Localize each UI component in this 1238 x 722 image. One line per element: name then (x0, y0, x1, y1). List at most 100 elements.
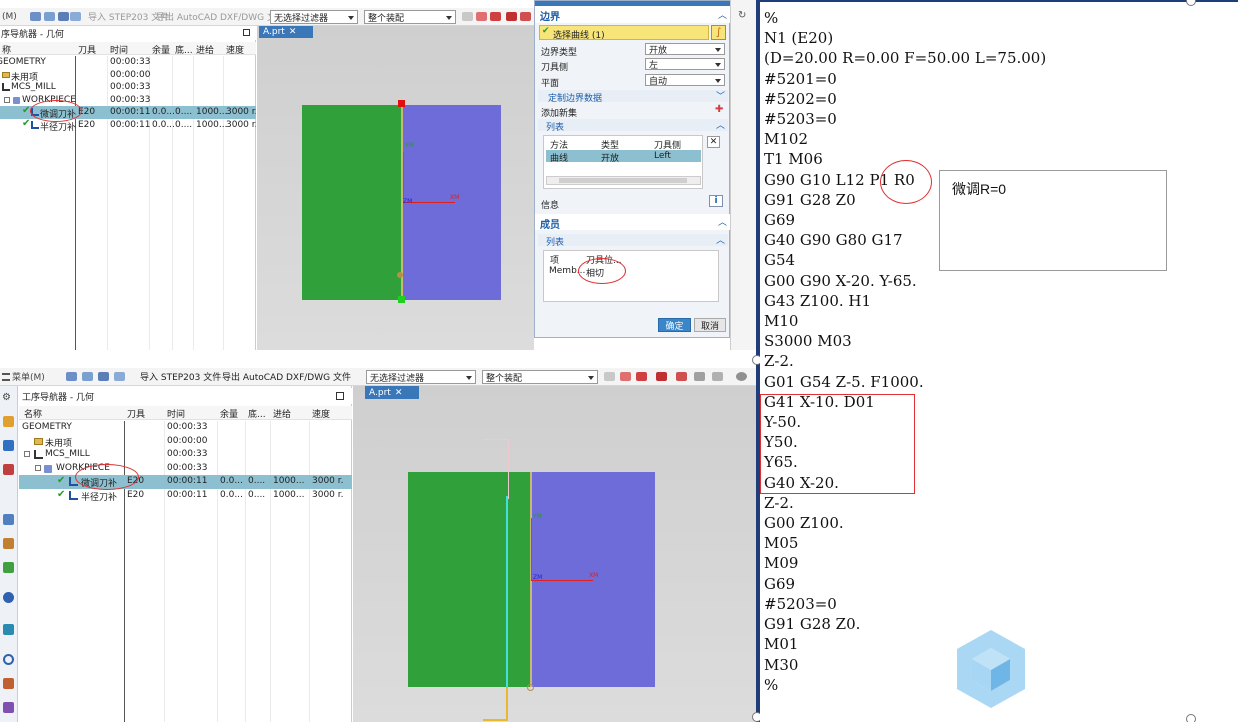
info-icon[interactable]: i (709, 195, 723, 207)
table-row[interactable]: MCS_MILL 00:00:33 (19, 448, 352, 462)
table-row[interactable]: GEOMETRY 00:00:33 (0, 56, 256, 69)
top-export-dxf-button[interactable]: 导出 AutoCAD DXF/DWG 文件 (156, 8, 285, 25)
list-row[interactable]: 曲线 开放 Left (546, 150, 701, 164)
clock-icon[interactable] (3, 654, 14, 665)
custom-boundary-header[interactable]: 定制边界数据 ﹀ (538, 89, 728, 104)
ok-button[interactable]: 确定 (658, 318, 691, 332)
table-row[interactable]: WORKPIECE 00:00:33 (19, 462, 352, 476)
bottom-export-dxf-button[interactable]: 导出 AutoCAD DXF/DWG 文件 (222, 368, 351, 385)
col-header-name[interactable]: 称 (2, 43, 11, 56)
col-header-feed[interactable]: 进给 (273, 407, 291, 420)
snap-icon[interactable] (506, 12, 517, 21)
resize-handle[interactable] (1186, 0, 1196, 6)
col-header-name[interactable]: 名称 (24, 407, 42, 420)
select-icon[interactable] (44, 12, 55, 21)
expand-icon[interactable]: ﹀ (716, 89, 725, 102)
col-header-time[interactable]: 时间 (110, 43, 128, 56)
bottom-viewport[interactable]: A.prt ✕ XM ZM YM (353, 386, 756, 722)
col-header-feed[interactable]: 进给 (196, 43, 214, 56)
collapse-icon[interactable]: ︿ (718, 8, 727, 21)
bottom-import-step-button[interactable]: 导入 STEP203 文件 (140, 368, 221, 385)
collapse-icon[interactable]: ︿ (718, 215, 727, 228)
plane-select[interactable]: 自动 (645, 74, 725, 87)
table-row[interactable]: MCS_MILL 00:00:33 (0, 81, 256, 94)
select-icon[interactable] (58, 12, 69, 21)
top-filter-select[interactable]: 无选择过滤器 (270, 10, 358, 24)
col-header-floor[interactable]: 底... (248, 407, 266, 420)
col-header-tool[interactable]: 刀具 (127, 407, 145, 420)
tool-icon[interactable] (3, 592, 14, 603)
top-viewport-tab[interactable]: A.prt ✕ (259, 26, 313, 38)
col-header-stock[interactable]: 余量 (152, 43, 170, 56)
refresh-icon[interactable]: ↻ (738, 10, 746, 21)
tool-icon[interactable] (3, 464, 14, 475)
bottom-menu-button[interactable]: 菜单(M) (12, 368, 45, 385)
top-menu-button[interactable]: (M) (2, 8, 17, 25)
snap-icon[interactable] (462, 12, 473, 21)
table-row[interactable]: ✔ 半径刀补 E20 00:00:11 0.0... 0.... 1000...… (19, 489, 352, 503)
horizontal-scrollbar[interactable] (546, 176, 701, 185)
col-header-tool[interactable]: 刀具 (78, 43, 96, 56)
collapse-icon[interactable] (4, 96, 10, 103)
select-icon[interactable] (82, 372, 93, 381)
add-set-icon[interactable]: ✚ (715, 104, 723, 115)
col-header-time[interactable]: 时间 (167, 407, 185, 420)
tool-side-select[interactable]: 左 (645, 58, 725, 71)
delete-list-item-button[interactable]: ✕ (707, 136, 720, 148)
table-row[interactable]: 未用项 00:00:00 (0, 69, 256, 83)
col-header-stock[interactable]: 余量 (220, 407, 238, 420)
tool-icon[interactable] (3, 562, 14, 573)
list-header[interactable]: 列表 ︿ (538, 118, 728, 133)
maximize-icon[interactable] (243, 29, 250, 36)
snap-icon[interactable] (636, 372, 647, 381)
tool-icon[interactable] (3, 538, 14, 549)
maximize-icon[interactable] (336, 392, 344, 400)
bottom-assembly-select[interactable]: 整个装配 (482, 370, 598, 384)
collapse-icon[interactable] (24, 451, 30, 457)
snap-icon[interactable] (656, 372, 667, 381)
table-row[interactable]: ✔ 半径刀补 E20 00:00:11 0.0... 0.... 1000...… (0, 118, 256, 133)
boundary-type-select[interactable]: 开放 (645, 43, 725, 56)
tool-icon[interactable] (3, 416, 14, 427)
snap-icon[interactable] (476, 12, 487, 21)
snap-icon[interactable] (676, 372, 687, 381)
select-curve-row[interactable]: ✔ 选择曲线 (1) (539, 25, 709, 41)
section-boundary-header[interactable]: 边界 ︿ (535, 6, 731, 23)
tool-icon[interactable] (3, 440, 14, 451)
select-icon[interactable] (70, 12, 81, 21)
tool-icon[interactable] (3, 678, 14, 689)
snap-icon[interactable] (490, 12, 501, 21)
view-icon[interactable] (736, 372, 747, 381)
snap-icon[interactable] (694, 372, 705, 381)
tool-icon[interactable] (3, 514, 14, 525)
select-icon[interactable] (114, 372, 125, 381)
resize-handle[interactable] (1186, 714, 1196, 722)
snap-icon[interactable] (712, 372, 723, 381)
close-icon[interactable]: ✕ (289, 27, 297, 37)
col-header-floor[interactable]: 底... (175, 43, 193, 56)
col-header-speed[interactable]: 速度 (312, 407, 330, 420)
bottom-viewport-tab[interactable]: A.prt ✕ (365, 386, 419, 399)
members-list-header[interactable]: 列表 ︿ (538, 233, 728, 248)
close-icon[interactable]: ✕ (395, 388, 403, 398)
select-icon[interactable] (30, 12, 41, 21)
snap-icon[interactable] (620, 372, 631, 381)
table-row[interactable]: ✔ 微调刀补 E20 00:00:11 0.0... 0.... 1000...… (19, 475, 352, 489)
snap-icon[interactable] (520, 12, 531, 21)
table-row[interactable]: 未用项 00:00:00 (19, 435, 352, 449)
cancel-button[interactable]: 取消 (694, 318, 726, 332)
members-row[interactable]: Memb... 相切 (546, 265, 716, 279)
bottom-filter-select[interactable]: 无选择过滤器 (366, 370, 476, 384)
settings-icon[interactable]: ⚙ (2, 392, 11, 403)
select-icon[interactable] (98, 372, 109, 381)
section-members-header[interactable]: 成员 ︿ (535, 214, 731, 231)
collapse-icon[interactable] (35, 464, 41, 471)
collapse-icon[interactable]: ︿ (716, 118, 725, 131)
table-row[interactable]: GEOMETRY 00:00:33 (19, 421, 352, 435)
menu-icon[interactable] (2, 373, 10, 381)
top-viewport[interactable]: A.prt ✕ XM ZM YM (257, 26, 534, 350)
top-assembly-select[interactable]: 整个装配 (364, 10, 456, 24)
collapse-icon[interactable]: ︿ (716, 233, 725, 246)
select-icon[interactable] (66, 372, 77, 381)
curve-select-icon[interactable]: ∫ (711, 25, 726, 40)
